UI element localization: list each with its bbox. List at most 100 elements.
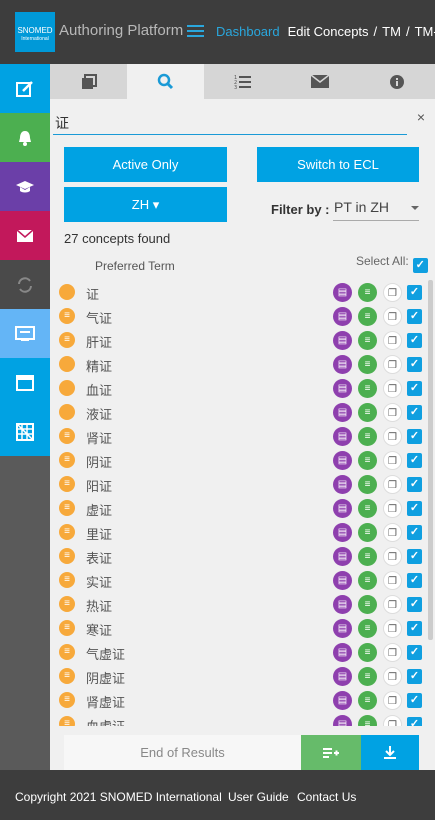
row-checkbox[interactable]: ✓ — [407, 693, 422, 708]
result-row[interactable]: 血证 ▤ ≡ ❐ ✓ — [50, 376, 427, 400]
result-term[interactable]: 精证 — [86, 356, 112, 375]
result-row[interactable]: ≡ 表证 ▤ ≡ ❐ ✓ — [50, 544, 427, 568]
add-to-list-icon[interactable]: ≡ — [358, 451, 377, 470]
row-checkbox[interactable]: ✓ — [407, 429, 422, 444]
result-term[interactable]: 寒证 — [86, 620, 112, 639]
tab-list-icon[interactable] — [50, 64, 127, 99]
row-checkbox[interactable]: ✓ — [407, 405, 422, 420]
row-checkbox[interactable]: ✓ — [407, 621, 422, 636]
result-row[interactable]: ≡ 热证 ▤ ≡ ❐ ✓ — [50, 592, 427, 616]
breadcrumb-edit-concepts[interactable]: Edit Concepts — [288, 24, 369, 39]
result-term[interactable]: 里证 — [86, 524, 112, 543]
result-row[interactable]: ≡ 肾虚证 ▤ ≡ ❐ ✓ — [50, 688, 427, 712]
view-concept-icon[interactable]: ▤ — [333, 667, 352, 686]
add-to-list-icon[interactable]: ≡ — [358, 379, 377, 398]
result-row[interactable]: ≡ 阴证 ▤ ≡ ❐ ✓ — [50, 448, 427, 472]
footer-contact-link[interactable]: Contact Us — [297, 790, 356, 804]
add-to-list-icon[interactable]: ≡ — [358, 667, 377, 686]
view-concept-icon[interactable]: ▤ — [333, 547, 352, 566]
result-row[interactable]: ≡ 里证 ▤ ≡ ❐ ✓ — [50, 520, 427, 544]
copy-icon[interactable]: ❐ — [383, 667, 402, 686]
result-row[interactable]: ≡ 虚证 ▤ ≡ ❐ ✓ — [50, 496, 427, 520]
copy-icon[interactable]: ❐ — [383, 523, 402, 542]
add-to-list-icon[interactable]: ≡ — [358, 571, 377, 590]
view-concept-icon[interactable]: ▤ — [333, 619, 352, 638]
result-row[interactable]: ≡ 肾证 ▤ ≡ ❐ ✓ — [50, 424, 427, 448]
add-to-list-icon[interactable]: ≡ — [358, 715, 377, 726]
result-term[interactable]: 表证 — [86, 548, 112, 567]
view-concept-icon[interactable]: ▤ — [333, 499, 352, 518]
result-row[interactable]: ≡ 阳证 ▤ ≡ ❐ ✓ — [50, 472, 427, 496]
switch-to-ecl-button[interactable]: Switch to ECL — [257, 147, 419, 182]
result-term[interactable]: 阳证 — [86, 476, 112, 495]
view-concept-icon[interactable]: ▤ — [333, 403, 352, 422]
row-checkbox[interactable]: ✓ — [407, 525, 422, 540]
copy-icon[interactable]: ❐ — [383, 427, 402, 446]
search-input[interactable] — [53, 111, 407, 135]
result-term[interactable]: 血证 — [86, 380, 112, 399]
copy-icon[interactable]: ❐ — [383, 643, 402, 662]
view-concept-icon[interactable]: ▤ — [333, 283, 352, 302]
download-button[interactable] — [361, 735, 419, 770]
result-term[interactable]: 肝证 — [86, 332, 112, 351]
row-checkbox[interactable]: ✓ — [407, 357, 422, 372]
result-term[interactable]: 液证 — [86, 404, 112, 423]
copy-icon[interactable]: ❐ — [383, 451, 402, 470]
view-concept-icon[interactable]: ▤ — [333, 571, 352, 590]
result-term[interactable]: 肾虚证 — [86, 692, 125, 711]
result-term[interactable]: 虚证 — [86, 500, 112, 519]
result-row[interactable]: ≡ 阴虚证 ▤ ≡ ❐ ✓ — [50, 664, 427, 688]
breadcrumb-tm[interactable]: TM — [382, 24, 401, 39]
result-term[interactable]: 证 — [86, 284, 99, 303]
hamburger-menu-icon[interactable] — [187, 25, 204, 39]
tab-envelope-icon[interactable] — [281, 64, 358, 99]
result-row[interactable]: ≡ 肝证 ▤ ≡ ❐ ✓ — [50, 328, 427, 352]
add-to-list-icon[interactable]: ≡ — [358, 475, 377, 494]
footer-user-guide-link[interactable]: User Guide — [228, 790, 289, 804]
active-only-button[interactable]: Active Only — [64, 147, 227, 182]
result-term[interactable]: 阴虚证 — [86, 668, 125, 687]
row-checkbox[interactable]: ✓ — [407, 549, 422, 564]
copy-icon[interactable]: ❐ — [383, 619, 402, 638]
row-checkbox[interactable]: ✓ — [407, 381, 422, 396]
nav-grid-icon[interactable] — [0, 407, 50, 456]
add-to-list-icon[interactable]: ≡ — [358, 331, 377, 350]
row-checkbox[interactable]: ✓ — [407, 285, 422, 300]
row-checkbox[interactable]: ✓ — [407, 573, 422, 588]
nav-graduation-cap-icon[interactable] — [0, 162, 50, 211]
tab-numbered-list-icon[interactable]: 123 — [204, 64, 281, 99]
view-concept-icon[interactable]: ▤ — [333, 643, 352, 662]
result-row[interactable]: 精证 ▤ ≡ ❐ ✓ — [50, 352, 427, 376]
row-checkbox[interactable]: ✓ — [407, 597, 422, 612]
add-to-list-icon[interactable]: ≡ — [358, 547, 377, 566]
nav-bell-icon[interactable] — [0, 113, 50, 162]
result-term[interactable]: 实证 — [86, 572, 112, 591]
tab-search-icon[interactable] — [127, 64, 204, 99]
result-term[interactable]: 热证 — [86, 596, 112, 615]
row-checkbox[interactable]: ✓ — [407, 645, 422, 660]
clear-search-icon[interactable]: × — [417, 109, 425, 125]
copy-icon[interactable]: ❐ — [383, 403, 402, 422]
row-checkbox[interactable]: ✓ — [407, 333, 422, 348]
nav-edit-icon[interactable] — [0, 64, 50, 113]
filter-select[interactable]: PT in ZH — [333, 195, 419, 221]
result-term[interactable]: 肾证 — [86, 428, 112, 447]
copy-icon[interactable]: ❐ — [383, 331, 402, 350]
view-concept-icon[interactable]: ▤ — [333, 355, 352, 374]
add-to-list-icon[interactable]: ≡ — [358, 427, 377, 446]
copy-icon[interactable]: ❐ — [383, 715, 402, 726]
view-concept-icon[interactable]: ▤ — [333, 379, 352, 398]
row-checkbox[interactable]: ✓ — [407, 309, 422, 324]
copy-icon[interactable]: ❐ — [383, 499, 402, 518]
breadcrumb-dashboard[interactable]: Dashboard — [216, 24, 280, 39]
result-term[interactable]: 阴证 — [86, 452, 112, 471]
add-to-list-icon[interactable]: ≡ — [358, 619, 377, 638]
result-term[interactable]: 血虚证 — [86, 716, 125, 726]
view-concept-icon[interactable]: ▤ — [333, 427, 352, 446]
nav-monitor-icon[interactable] — [0, 309, 50, 358]
add-all-button[interactable] — [301, 735, 361, 770]
copy-icon[interactable]: ❐ — [383, 475, 402, 494]
result-row[interactable]: 证 ▤ ≡ ❐ ✓ — [50, 280, 427, 304]
copy-icon[interactable]: ❐ — [383, 307, 402, 326]
view-concept-icon[interactable]: ▤ — [333, 691, 352, 710]
